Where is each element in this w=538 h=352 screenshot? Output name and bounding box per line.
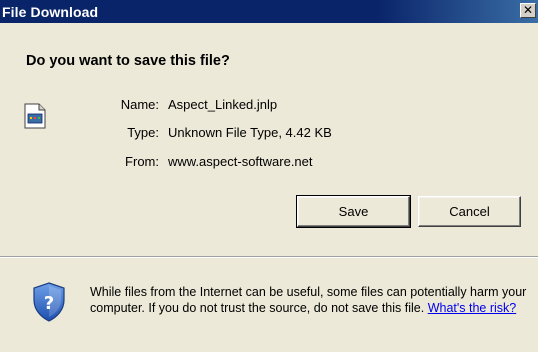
dialog-question: Do you want to save this file? (26, 53, 230, 69)
close-button[interactable]: ✕ (520, 3, 536, 18)
svg-text:?: ? (44, 293, 54, 314)
close-icon: ✕ (522, 3, 534, 17)
name-value: Aspect_Linked.jnlp (168, 97, 278, 112)
title-bar: File Download ✕ (0, 0, 538, 23)
file-icon (24, 103, 46, 129)
name-label: Name: (120, 97, 159, 112)
type-value: Unknown File Type, 4.42 KB (168, 125, 332, 140)
shield-icon: ? (33, 282, 65, 322)
cancel-button[interactable]: Cancel (418, 196, 521, 227)
whats-the-risk-link[interactable]: What's the risk? (428, 301, 517, 315)
warning-text: While files from the Internet can be use… (90, 284, 530, 316)
window-title: File Download (2, 4, 99, 20)
save-button[interactable]: Save (296, 195, 411, 228)
from-value: www.aspect-software.net (168, 154, 313, 169)
divider (0, 256, 538, 258)
from-label: From: (125, 154, 159, 169)
type-label: Type: (127, 125, 159, 140)
